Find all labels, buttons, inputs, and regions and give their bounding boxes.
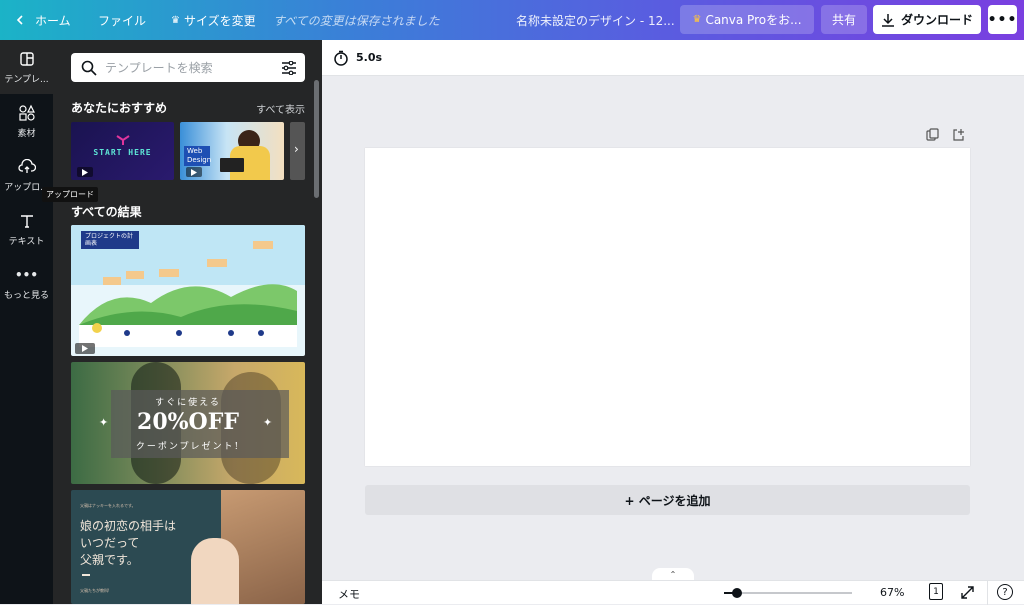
search-icon xyxy=(81,60,97,76)
all-results-title: すべての結果 xyxy=(71,205,142,219)
resize-button[interactable]: ♛ サイズを変更 xyxy=(171,0,256,40)
chevron-up-icon[interactable]: ⌃ xyxy=(652,568,694,580)
rail-label: テンプレ... xyxy=(4,75,49,85)
text-icon xyxy=(20,215,33,228)
home-label: ホーム xyxy=(35,13,71,28)
memo-button[interactable]: メモ xyxy=(338,586,360,602)
crown-icon: ♛ xyxy=(692,14,702,25)
thumb-text: Web Design xyxy=(184,146,211,166)
coupon-line2: クーポンプレゼント! xyxy=(135,442,241,452)
zoom-slider[interactable] xyxy=(724,588,852,598)
file-label: ファイル xyxy=(98,13,147,28)
play-icon xyxy=(75,343,95,354)
fullscreen-icon[interactable] xyxy=(961,586,974,599)
play-icon xyxy=(77,167,93,177)
laptop-image xyxy=(220,158,244,172)
page-count-button[interactable]: 1 xyxy=(929,583,943,600)
play-icon xyxy=(186,167,202,177)
more-dots-icon: ••• xyxy=(14,268,38,282)
rail-item-templates[interactable]: テンプレ... xyxy=(0,40,53,94)
bottom-bar: メモ 67% 1 ? xyxy=(322,580,1024,605)
rail-label: テキスト xyxy=(8,237,45,247)
sparkle-icon: ✦ xyxy=(99,416,109,429)
document-title[interactable]: 名称未設定のデザイン - 12... xyxy=(516,0,675,40)
recommended-template[interactable]: START HERE xyxy=(71,122,174,180)
result-footer-text: 父親たちが教科! xyxy=(80,588,110,593)
duplicate-page-icon[interactable] xyxy=(926,128,939,141)
more-dots-icon: ••• xyxy=(987,11,1018,28)
rail-item-text[interactable]: テキスト xyxy=(0,202,53,256)
add-page-button[interactable]: + ページを追加 xyxy=(365,485,970,515)
rail-label: 素材 xyxy=(17,129,36,139)
template-result[interactable]: すぐに使える 20%OFF クーポンプレゼント! ✦ ✦ xyxy=(71,362,305,484)
upload-cloud-icon xyxy=(17,159,36,173)
elements-icon xyxy=(18,104,35,121)
template-result[interactable]: 父親はナッキーを入れるです。 娘の初恋の相手は いつだって 父親です。 父親たち… xyxy=(71,490,305,604)
baby-photo xyxy=(191,538,239,604)
download-label: ダウンロード xyxy=(900,13,973,27)
file-menu-button[interactable]: ファイル xyxy=(98,0,146,40)
rail-label: もっと見る xyxy=(3,291,49,301)
template-icon xyxy=(19,52,34,66)
download-icon xyxy=(881,13,894,27)
save-status: すべての変更は保存されました xyxy=(273,13,440,28)
see-all-link[interactable]: すべて表示 xyxy=(256,101,305,116)
rail-item-more[interactable]: ••• もっと見る xyxy=(0,256,53,310)
help-icon[interactable]: ? xyxy=(997,584,1013,600)
side-rail: テンプレ... 素材 アップロ... テキスト ••• もっと見る xyxy=(0,40,53,604)
template-panel: テンプレートを検索 あなたにおすすめ すべて表示 START HERE Web … xyxy=(53,40,322,604)
thumb-text: START HERE xyxy=(93,148,152,157)
search-input[interactable]: テンプレートを検索 xyxy=(105,59,213,76)
template-result[interactable]: プロジェクトの計画表 xyxy=(71,225,305,356)
result-line3: 父親です。 xyxy=(80,553,139,567)
top-bar: ホーム ファイル ♛ サイズを変更 すべての変更は保存されました 名称未設定のデ… xyxy=(0,0,1024,40)
result-line1: 娘の初恋の相手は xyxy=(80,519,177,533)
chevron-left-icon xyxy=(16,15,23,25)
rail-item-elements[interactable]: 素材 xyxy=(0,94,53,148)
duration-label[interactable]: 5.0s xyxy=(356,51,382,64)
result-small-text: 父親はナッキーを入れるです。 xyxy=(80,503,136,508)
zoom-value[interactable]: 67% xyxy=(880,586,904,599)
share-button[interactable]: 共有 xyxy=(821,5,867,34)
divider xyxy=(82,574,90,576)
download-button[interactable]: ダウンロード xyxy=(873,5,981,34)
panel-scrollbar[interactable] xyxy=(314,80,319,198)
star-burst-icon xyxy=(116,135,130,145)
canva-pro-button[interactable]: ♛ Canva Proをお... xyxy=(680,5,814,34)
result-line2: いつだって xyxy=(80,536,140,550)
hills-image xyxy=(79,241,297,347)
canvas-area: 5.0s + ページを追加 ⌃ xyxy=(322,40,1024,580)
chevron-right-icon[interactable]: › xyxy=(294,142,299,156)
divider xyxy=(987,581,988,605)
crown-icon: ♛ xyxy=(171,14,180,26)
template-search-box[interactable]: テンプレートを検索 xyxy=(71,53,305,82)
recommended-template[interactable]: Web Design xyxy=(180,122,284,180)
canvas-toolbar: 5.0s xyxy=(322,40,1024,76)
home-button[interactable]: ホーム xyxy=(14,0,71,40)
more-options-button[interactable]: ••• xyxy=(988,5,1017,34)
timer-icon[interactable] xyxy=(333,50,349,66)
add-page-icon[interactable] xyxy=(952,128,965,141)
coupon-line1: すぐに使える xyxy=(155,398,221,408)
recommended-title: あなたにおすすめ xyxy=(71,101,168,115)
zoom-slider-thumb[interactable] xyxy=(731,588,742,598)
upload-tooltip: アップロード xyxy=(42,187,98,202)
filter-icon[interactable] xyxy=(281,60,297,75)
design-page[interactable] xyxy=(365,148,970,466)
canva-pro-label: Canva Proをお... xyxy=(705,13,802,27)
resize-label: サイズを変更 xyxy=(183,13,256,28)
sparkle-icon: ✦ xyxy=(263,416,273,429)
